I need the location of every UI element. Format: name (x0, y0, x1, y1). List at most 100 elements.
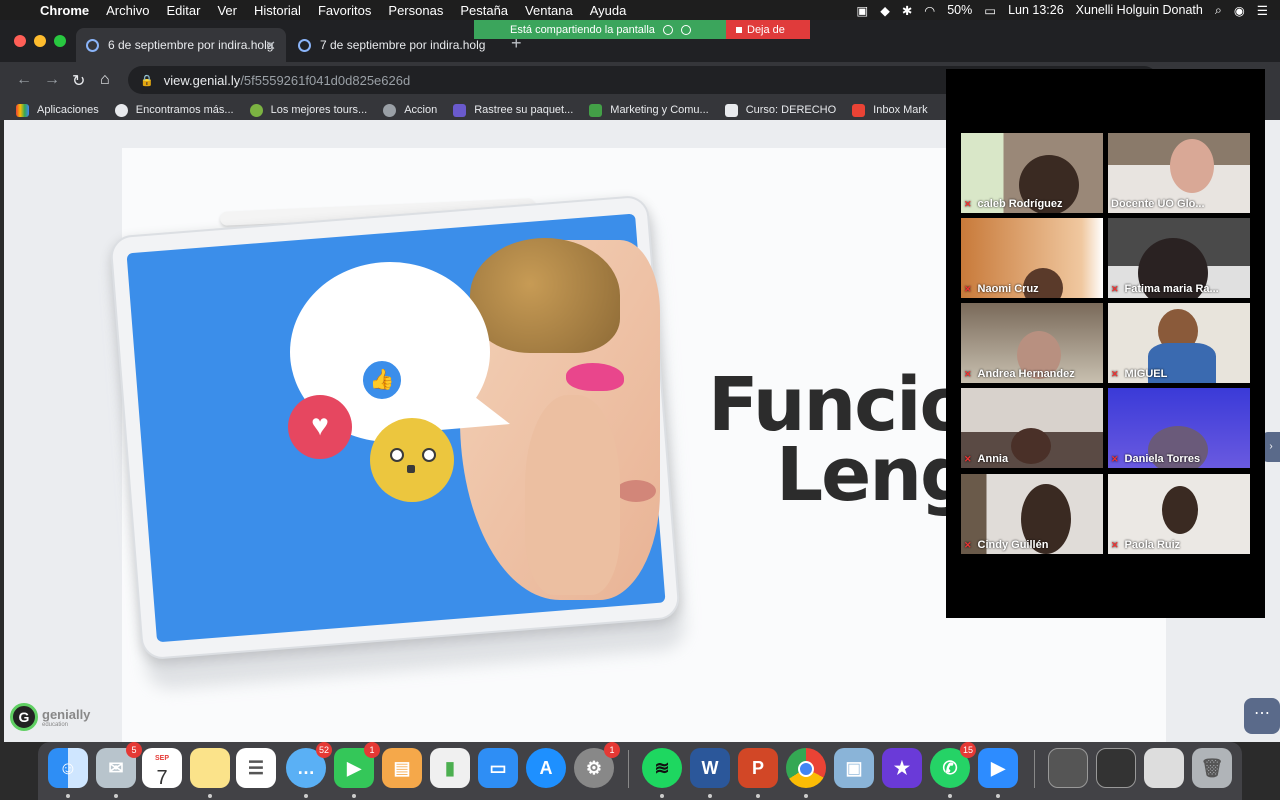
system-preferences-icon[interactable]: ⚙ 1 (574, 742, 620, 788)
dropbox-icon[interactable]: ◆ (880, 3, 890, 18)
menu-historial[interactable]: Historial (254, 3, 301, 18)
notification-center-icon[interactable]: ☰ (1257, 3, 1268, 18)
spotlight-search-icon[interactable]: ⌕ (1215, 3, 1222, 18)
participant-tile[interactable]: ✕ Naomi Cruz (961, 218, 1103, 298)
close-window-button[interactable] (14, 35, 26, 47)
mail-icon[interactable]: ✉ 5 (96, 742, 142, 788)
participant-name: ✕ Andrea Hernandez (964, 368, 1075, 380)
bookmark-item[interactable]: Accion (383, 103, 438, 117)
pause-icon[interactable] (662, 24, 673, 35)
preview-icon[interactable]: ▤ (382, 748, 422, 788)
bookmark-item[interactable]: Inbox Mark (852, 103, 928, 117)
minimize-window-button[interactable] (34, 35, 46, 47)
user-name[interactable]: Xunelli Holguin Donath (1076, 3, 1203, 17)
battery-percent[interactable]: 50% (947, 3, 972, 17)
url-host: view.genial.ly (163, 72, 241, 88)
participant-name: ✕ Paola Ruiz (1111, 539, 1181, 551)
running-indicator (996, 794, 1000, 798)
numbers-icon[interactable]: ▮ (430, 748, 470, 788)
menu-pestana[interactable]: Pestaña (460, 3, 508, 18)
share-status: Está compartiendo la pantalla (474, 20, 726, 39)
genially-icon: G (10, 703, 38, 731)
participant-tile[interactable]: Docente UO Glo... (1108, 133, 1250, 213)
menu-ventana[interactable]: Ventana (525, 3, 573, 18)
menu-app-name[interactable]: Chrome (40, 3, 89, 18)
app-store-icon[interactable]: A (526, 748, 566, 788)
finder-icon[interactable]: ☺ (48, 748, 88, 788)
reload-button[interactable]: ↻ (72, 71, 85, 91)
menu-ver[interactable]: Ver (217, 3, 237, 18)
more-options-button[interactable]: ⋯ (1244, 698, 1280, 734)
home-button[interactable]: ⌂ (100, 71, 110, 89)
menu-personas[interactable]: Personas (388, 3, 443, 18)
dock-separator (1034, 750, 1035, 788)
imovie-icon[interactable]: ★ (882, 748, 922, 788)
reminders-icon[interactable]: ☰ (236, 748, 276, 788)
close-tab-icon[interactable]: ✕ (265, 38, 276, 54)
facetime-icon[interactable]: ▶ 1 (334, 742, 380, 788)
menu-archivo[interactable]: Archivo (106, 3, 149, 18)
keynote-icon[interactable]: ▭ (478, 748, 518, 788)
bookmark-item[interactable]: Marketing y Comu... (589, 103, 709, 117)
tour-icon (249, 103, 263, 117)
bookmark-item[interactable]: Encontramos más... (114, 103, 234, 117)
participant-tile[interactable]: ✕ Paola Ruiz (1108, 474, 1250, 554)
bookmark-item[interactable]: Los mejores tours... (249, 103, 367, 117)
clock[interactable]: Lun 13:26 (1008, 3, 1064, 17)
participant-tile[interactable]: ✕ Andrea Hernandez (961, 303, 1103, 383)
bookmark-item[interactable]: Aplicaciones (16, 103, 99, 117)
zoom-status-icon[interactable]: ▣ (856, 3, 868, 18)
participant-tile[interactable]: ✕ MIGUEL (1108, 303, 1250, 383)
participant-tile[interactable]: ✕ Annia (961, 388, 1103, 468)
minimized-window-thumbnail[interactable] (1096, 748, 1136, 788)
stop-share-button[interactable]: Deja de (726, 20, 810, 39)
powerpoint-icon[interactable]: P (738, 748, 778, 788)
menu-favoritos[interactable]: Favoritos (318, 3, 371, 18)
image-capture-icon[interactable]: ▣ (834, 748, 874, 788)
muted-mic-icon: ✕ (964, 199, 972, 209)
word-icon[interactable]: W (690, 748, 730, 788)
lock-icon[interactable]: 🔒 (140, 74, 154, 87)
minimized-window-thumbnail[interactable] (1048, 748, 1088, 788)
messages-icon[interactable]: … 52 (286, 742, 332, 788)
siri-icon[interactable]: ◉ (1234, 3, 1245, 18)
participant-tile[interactable]: ✕ Fatima maria Ra... (1108, 218, 1250, 298)
genially-logo[interactable]: G genially education (10, 703, 90, 731)
bookmark-label: Rastree su paquet... (474, 104, 574, 116)
bookmark-label: Accion (404, 104, 438, 116)
menu-editar[interactable]: Editar (166, 3, 200, 18)
participant-name: ✕ Fatima maria Ra... (1111, 283, 1219, 295)
participant-tile[interactable]: ✕ Cindy Guillén (961, 474, 1103, 554)
trash-icon[interactable]: 🗑 (1192, 748, 1232, 788)
bluetooth-icon[interactable]: ✱ (902, 3, 912, 18)
forward-button[interactable]: → (44, 71, 60, 89)
wifi-icon[interactable]: ◠ (924, 3, 935, 18)
bookmark-item[interactable]: Curso: DERECHO (724, 103, 836, 117)
brand-sub: education (42, 721, 69, 728)
minimized-window-thumbnail[interactable] (1144, 748, 1184, 788)
bookmark-item[interactable]: Rastree su paquet... (453, 103, 574, 117)
tab-inactive[interactable]: 7 de septiembre por indira.holg (288, 28, 498, 62)
tab-title: 6 de septiembre por indira.holg (108, 38, 274, 52)
participant-tile[interactable]: ✕ Daniela Torres (1108, 388, 1250, 468)
battery-icon[interactable]: ▭ (984, 3, 996, 18)
dock: ☺ ✉ 5 SEP 7 ☰ … 52 ▶ 1 ▤ ▮ ▭ A ⚙ 1 ≋ W P ▣ ★ … (38, 742, 1242, 800)
running-indicator (352, 794, 356, 798)
notes-icon[interactable] (190, 748, 230, 788)
shield-icon[interactable] (680, 24, 691, 35)
muted-mic-icon: ✕ (964, 454, 972, 464)
menu-bar: Chrome Archivo Editar Ver Historial Favo… (0, 0, 1280, 20)
calendar-day: 7 (156, 767, 168, 789)
tab-active[interactable]: 6 de septiembre por indira.holg ✕ (76, 28, 286, 62)
participant-video (1011, 428, 1051, 464)
menu-ayuda[interactable]: Ayuda (590, 3, 627, 18)
url-path: /5f5559261f041d0d825e626d (240, 72, 411, 88)
whatsapp-icon[interactable]: ✆ 15 (930, 742, 976, 788)
chrome-icon[interactable] (786, 748, 826, 788)
spotify-icon[interactable]: ≋ (642, 748, 682, 788)
calendar-icon[interactable]: SEP 7 (142, 748, 182, 789)
participant-tile[interactable]: ✕ caleb Rodríguez (961, 133, 1103, 213)
maximize-window-button[interactable] (54, 35, 66, 47)
zoom-icon[interactable]: ▶ (978, 748, 1018, 788)
back-button[interactable]: ← (16, 71, 32, 89)
